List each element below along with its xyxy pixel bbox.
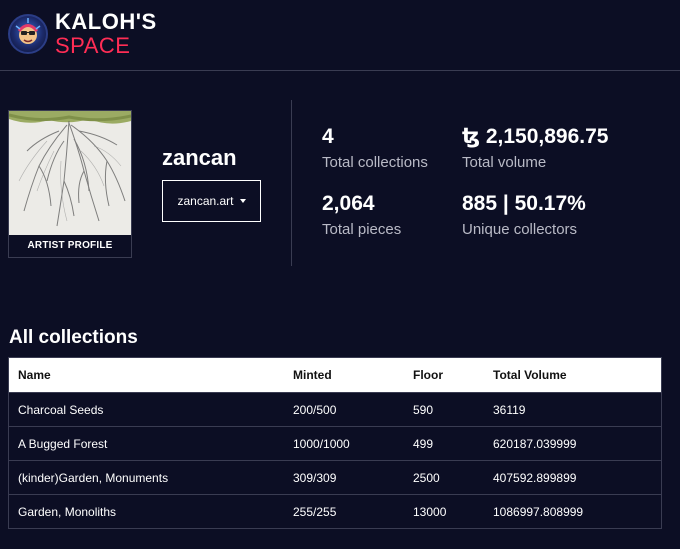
cell-name: Garden, Monoliths bbox=[18, 504, 117, 519]
stat-label: Unique collectors bbox=[462, 221, 578, 238]
cell-name: (kinder)Garden, Monuments bbox=[18, 470, 169, 485]
cell-minted: 255/255 bbox=[293, 504, 337, 519]
stat-total-pieces: 2,064 Total pieces bbox=[322, 193, 401, 237]
site-header: KALOH'S SPACE bbox=[0, 0, 680, 71]
table-row[interactable]: Charcoal Seeds 200/500 590 36119 bbox=[9, 392, 661, 426]
stat-label: Total volume bbox=[462, 154, 547, 171]
collections-table: Name Minted Floor Total Volume Charcoal … bbox=[8, 357, 662, 529]
logo-subtitle: SPACE bbox=[55, 33, 131, 58]
stat-value: 4 bbox=[322, 125, 334, 148]
table-row[interactable]: Garden, Monoliths 255/255 13000 1086997.… bbox=[9, 494, 661, 528]
cell-floor: 2500 bbox=[413, 470, 440, 485]
logo-avatar-icon[interactable] bbox=[8, 14, 48, 54]
stat-value: ꜩ 2,150,896.75 bbox=[462, 125, 609, 148]
cell-volume: 36119 bbox=[493, 402, 526, 417]
artist-image bbox=[9, 111, 131, 235]
logo-title: KALOH'S bbox=[55, 9, 157, 34]
cell-floor: 499 bbox=[413, 436, 434, 451]
artist-card[interactable]: ARTIST PROFILE bbox=[8, 110, 132, 258]
cell-floor: 13000 bbox=[413, 504, 447, 519]
cell-name: A Bugged Forest bbox=[18, 436, 108, 451]
artist-profile-label: ARTIST PROFILE bbox=[27, 240, 113, 251]
cell-name: Charcoal Seeds bbox=[18, 402, 104, 417]
cell-volume: 407592.899899 bbox=[493, 470, 577, 485]
stat-unique-collectors: 885 | 50.17% Unique collectors bbox=[462, 193, 586, 237]
stat-total-collections: 4 Total collections bbox=[322, 126, 428, 170]
artist-name: zancan bbox=[162, 145, 237, 170]
column-header-floor[interactable]: Floor bbox=[405, 368, 485, 382]
stat-value: 2,064 bbox=[322, 192, 375, 215]
table-header-row: Name Minted Floor Total Volume bbox=[9, 358, 661, 392]
column-header-total-volume[interactable]: Total Volume bbox=[485, 368, 661, 382]
column-header-name[interactable]: Name bbox=[9, 368, 285, 382]
cell-floor: 590 bbox=[413, 402, 434, 417]
artist-website-dropdown[interactable]: zancan.art bbox=[162, 180, 261, 222]
table-row[interactable]: A Bugged Forest 1000/1000 499 620187.039… bbox=[9, 426, 661, 460]
column-header-minted[interactable]: Minted bbox=[285, 368, 405, 382]
cell-minted: 309/309 bbox=[293, 470, 337, 485]
cell-volume: 620187.039999 bbox=[493, 436, 577, 451]
caret-down-icon bbox=[239, 199, 246, 203]
stat-value: 885 | 50.17% bbox=[462, 192, 586, 215]
site-logo[interactable]: KALOH'S SPACE bbox=[55, 11, 157, 57]
collections-heading: All collections bbox=[9, 327, 138, 348]
cell-minted: 1000/1000 bbox=[293, 436, 350, 451]
cell-minted: 200/500 bbox=[293, 402, 337, 417]
cell-volume: 1086997.808999 bbox=[493, 504, 584, 519]
stat-label: Total pieces bbox=[322, 221, 402, 238]
stat-total-volume: ꜩ 2,150,896.75 Total volume bbox=[462, 126, 608, 170]
artist-website-label: zancan.art bbox=[177, 194, 234, 208]
stat-label: Total collections bbox=[322, 154, 428, 171]
table-row[interactable]: (kinder)Garden, Monuments 309/309 2500 4… bbox=[9, 460, 661, 494]
vertical-divider bbox=[291, 100, 292, 266]
